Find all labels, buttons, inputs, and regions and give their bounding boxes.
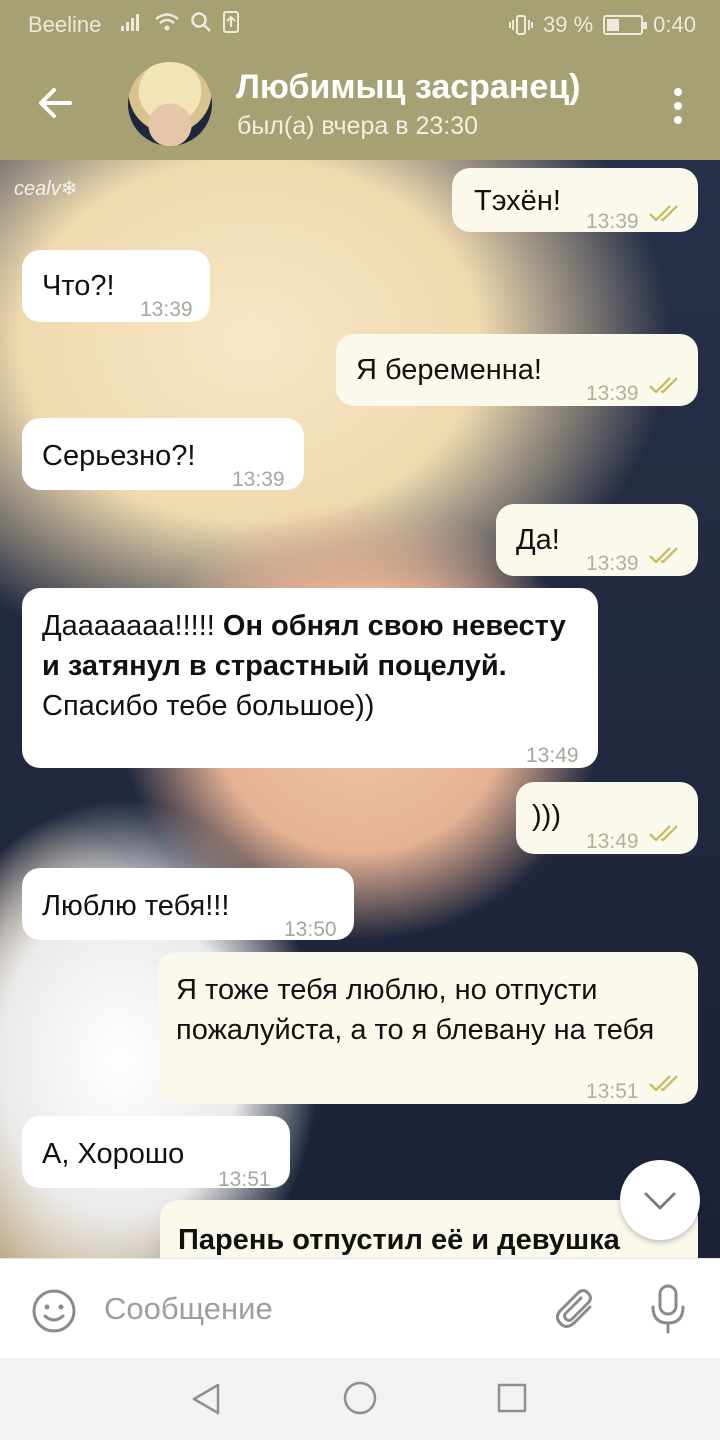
chat-area[interactable]: cealv❄ Тэхён! 13:39 Что?! 13:39 Я береме… bbox=[0, 160, 720, 1258]
outgoing-message[interactable]: Я беременна! 13:39 bbox=[336, 334, 698, 406]
status-icons bbox=[120, 10, 240, 34]
read-check-icon bbox=[649, 205, 678, 222]
incoming-message[interactable]: А, Хорошо 13:51 bbox=[22, 1116, 290, 1191]
status-bar: Beeline 39 % 0:40 bbox=[0, 0, 720, 48]
read-check-icon bbox=[649, 825, 678, 842]
read-check-icon bbox=[649, 1075, 678, 1092]
message-time: 13:49 bbox=[526, 744, 579, 767]
message-composer bbox=[0, 1258, 720, 1358]
message-time: 13:51 bbox=[586, 1080, 639, 1103]
outgoing-message[interactable]: Я тоже тебя люблю, но отпусти пожалуйста… bbox=[158, 952, 698, 1104]
avatar[interactable] bbox=[128, 62, 212, 146]
message-time: 13:49 bbox=[586, 830, 639, 853]
more-options-icon[interactable] bbox=[668, 86, 688, 126]
message-text: Тэхён! bbox=[474, 185, 561, 217]
message-text-part: Дааааааа!!!!! bbox=[42, 610, 215, 642]
message-text-part: Спасибо тебе большое)) bbox=[42, 690, 375, 722]
wifi-icon bbox=[155, 13, 179, 31]
vibrate-icon bbox=[509, 15, 534, 35]
read-check-icon bbox=[649, 547, 678, 564]
message-text: Что?! bbox=[42, 270, 115, 302]
search-icon bbox=[191, 12, 211, 32]
battery-level bbox=[607, 19, 620, 31]
clock: 0:40 bbox=[653, 12, 696, 37]
message-time: 13:39 bbox=[140, 298, 193, 321]
message-text: Я тоже тебя люблю, но отпусти пожалуйста… bbox=[176, 974, 655, 1046]
last-seen: был(а) вчера в 23:30 bbox=[237, 112, 479, 140]
nav-back-icon[interactable] bbox=[190, 1382, 222, 1416]
back-arrow-icon[interactable] bbox=[30, 78, 80, 128]
upload-icon bbox=[223, 11, 239, 33]
chevron-down-icon bbox=[644, 1192, 676, 1210]
scroll-down-button[interactable] bbox=[620, 1160, 700, 1240]
battery-icon bbox=[603, 15, 648, 35]
message-text: Дааааааа!!!!! Он обнял свою невесту и за… bbox=[42, 606, 582, 726]
message-time: 13:39 bbox=[586, 552, 639, 575]
chat-header: Любимыц засранец) был(а) вчера в 23:30 bbox=[0, 48, 720, 160]
outgoing-message[interactable]: ))) 13:49 bbox=[516, 782, 698, 854]
message-text: ))) bbox=[532, 800, 561, 832]
message-time: 13:50 bbox=[284, 918, 337, 941]
battery-percent: 39 % bbox=[543, 12, 594, 37]
message-text: Да! bbox=[516, 524, 560, 556]
message-time: 13:39 bbox=[586, 382, 639, 405]
emoji-icon[interactable] bbox=[30, 1287, 78, 1335]
message-time: 13:51 bbox=[218, 1168, 271, 1191]
system-navigation-bar bbox=[0, 1358, 720, 1440]
microphone-icon[interactable] bbox=[648, 1283, 688, 1335]
read-check-icon bbox=[649, 377, 678, 394]
nav-home-icon[interactable] bbox=[342, 1380, 378, 1416]
message-text: Серьезно?! bbox=[42, 440, 196, 472]
message-text: Я беременна! bbox=[356, 354, 542, 386]
message-time: 13:39 bbox=[232, 468, 285, 491]
carrier-label: Beeline bbox=[28, 12, 102, 37]
message-input[interactable] bbox=[104, 1287, 524, 1331]
incoming-message[interactable]: Серьезно?! 13:39 bbox=[22, 418, 304, 491]
incoming-message[interactable]: Что?! 13:39 bbox=[22, 250, 210, 322]
message-text: Люблю тебя!!! bbox=[42, 890, 230, 922]
signal-icon bbox=[121, 14, 139, 31]
incoming-message[interactable]: Люблю тебя!!! 13:50 bbox=[22, 868, 354, 941]
nav-recent-apps-icon[interactable] bbox=[496, 1382, 528, 1414]
message-time: 13:39 bbox=[586, 210, 639, 233]
outgoing-message[interactable]: Да! 13:39 bbox=[496, 504, 698, 576]
outgoing-message[interactable]: Тэхён! 13:39 bbox=[452, 168, 698, 233]
contact-name[interactable]: Любимыц засранец) bbox=[236, 68, 581, 107]
incoming-message[interactable]: Дааааааа!!!!! Он обнял свою невесту и за… bbox=[22, 588, 598, 768]
attach-icon[interactable] bbox=[552, 1285, 600, 1333]
outgoing-message[interactable]: Парень отпустил её и девушка bbox=[160, 1200, 698, 1258]
message-text: А, Хорошо bbox=[42, 1138, 185, 1170]
background-watermark: cealv❄ bbox=[14, 178, 78, 200]
status-right: 39 % 0:40 bbox=[509, 12, 696, 38]
message-text: Парень отпустил её и девушка bbox=[178, 1224, 620, 1256]
